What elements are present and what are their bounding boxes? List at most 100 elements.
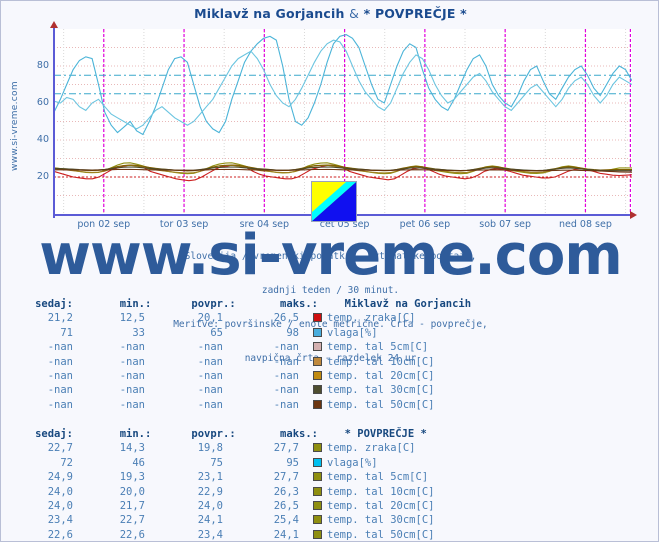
legend-label: temp. zraka[C] [327, 312, 416, 325]
cell-min: 33 [132, 326, 145, 339]
header-min: min.: [119, 298, 152, 310]
cell-sedaj: 71 [60, 326, 73, 339]
legend-color-swatch [313, 529, 322, 539]
si-vreme-logo [311, 181, 357, 222]
cell-min: -nan [119, 384, 145, 397]
cell-sedaj: 21,2 [47, 312, 73, 325]
table-header-row: sedaj: min.: povpr.: maks.: * POVPREČJE … [1, 427, 659, 441]
cell-maks: -nan [273, 355, 299, 368]
y-tick-20: 20 [36, 171, 49, 182]
cell-min: -nan [119, 369, 145, 382]
average-rows: 22,7 14,3 19,8 27,7 temp. zraka[C] 72 46 75 95 vl… [1, 441, 659, 542]
table-row: -nan -nan -nan -nan temp. tal 20cm[C] [1, 369, 659, 383]
legend-color-swatch [313, 313, 322, 323]
legend-label: temp. tal 10cm[C] [327, 485, 435, 498]
table-row: -nan -nan -nan -nan temp. tal 30cm[C] [1, 383, 659, 397]
legend-color-swatch [313, 457, 322, 467]
logo-graphic [312, 182, 356, 221]
legend-color-swatch [313, 486, 322, 496]
cell-maks: 27,7 [273, 471, 299, 484]
cell-maks: 27,7 [273, 442, 299, 455]
cell-maks: -nan [273, 398, 299, 411]
legend-label: temp. tal 50cm[C] [327, 528, 435, 541]
cell-sedaj: 24,0 [47, 485, 73, 498]
cell-min: 22,7 [119, 514, 145, 527]
cell-min: 22,6 [119, 528, 145, 541]
table-row: 24,0 20,0 22,9 26,3 temp. tal 10cm[C] [1, 485, 659, 499]
cell-sedaj: -nan [47, 341, 73, 354]
cell-povpr: 22,9 [197, 485, 223, 498]
cell-maks: -nan [273, 369, 299, 382]
legend-color-swatch [313, 443, 322, 453]
legend-label: temp. tal 5cm[C] [327, 341, 429, 354]
cell-maks: 98 [286, 326, 299, 339]
legend-label: temp. zraka[C] [327, 442, 416, 455]
legend-label: temp. tal 30cm[C] [327, 384, 435, 397]
table-row: -nan -nan -nan -nan temp. tal 10cm[C] [1, 355, 659, 369]
header-sedaj: sedaj: [35, 298, 73, 310]
y-axis-arrow-icon [50, 21, 58, 28]
caption-line-2: zadnji teden / 30 minut. [261, 285, 400, 297]
legend-label: temp. tal 10cm[C] [327, 355, 435, 368]
cell-sedaj: -nan [47, 384, 73, 397]
table-row: 21,2 12,5 20,1 26,5 temp. zraka[C] [1, 311, 659, 325]
average-data-table: sedaj: min.: povpr.: maks.: * POVPREČJE … [1, 427, 659, 542]
legend-label: temp. tal 50cm[C] [327, 398, 435, 411]
header-maks: maks.: [280, 298, 318, 310]
legend-color-swatch [313, 515, 322, 525]
page-title: Miklavž na Gorjancih & * POVPREČJE * [1, 6, 659, 21]
cell-povpr: 24,0 [197, 499, 223, 512]
cell-maks: 24,1 [273, 528, 299, 541]
title-station: Miklavž na Gorjancih [194, 6, 345, 21]
average-name: * POVPREČJE * [344, 428, 427, 440]
cell-sedaj: 24,0 [47, 499, 73, 512]
cell-povpr: -nan [197, 384, 223, 397]
cell-sedaj: 24,9 [47, 471, 73, 484]
y-tick-40: 40 [36, 134, 49, 145]
table-row: -nan -nan -nan -nan temp. tal 5cm[C] [1, 340, 659, 354]
cell-sedaj: -nan [47, 398, 73, 411]
cell-sedaj: -nan [47, 369, 73, 382]
cell-min: 14,3 [119, 442, 145, 455]
y-axis [53, 26, 55, 218]
cell-maks: -nan [273, 384, 299, 397]
y-tick-60: 60 [36, 97, 49, 108]
cell-min: 21,7 [119, 499, 145, 512]
legend-label: vlaga[%] [327, 326, 378, 339]
cell-min: 46 [132, 456, 145, 469]
legend-color-swatch [313, 399, 322, 409]
cell-povpr: -nan [197, 341, 223, 354]
cell-maks: 25,4 [273, 514, 299, 527]
legend-label: temp. tal 30cm[C] [327, 514, 435, 527]
cell-povpr: 75 [210, 456, 223, 469]
legend-label: temp. tal 20cm[C] [327, 369, 435, 382]
station-name: Miklavž na Gorjancih [344, 298, 472, 310]
cell-sedaj: 22,7 [47, 442, 73, 455]
legend-color-swatch [313, 385, 322, 395]
cell-sedaj: 22,6 [47, 528, 73, 541]
legend-color-swatch [313, 342, 322, 352]
cell-povpr: 23,4 [197, 528, 223, 541]
table-row: 72 46 75 95 vlaga[%] [1, 456, 659, 470]
cell-maks: 95 [286, 456, 299, 469]
cell-min: -nan [119, 341, 145, 354]
legend-label: vlaga[%] [327, 456, 378, 469]
cell-povpr: -nan [197, 398, 223, 411]
vertical-site-url: www.si-vreme.com [10, 81, 20, 171]
cell-maks: -nan [273, 341, 299, 354]
legend-color-swatch [313, 370, 322, 380]
x-axis-arrow-icon [630, 211, 637, 219]
cell-sedaj: -nan [47, 355, 73, 368]
header-sedaj: sedaj: [35, 428, 73, 440]
cell-min: 19,3 [119, 471, 145, 484]
table-row: 71 33 65 98 vlaga[%] [1, 326, 659, 340]
legend-label: temp. tal 5cm[C] [327, 471, 429, 484]
cell-povpr: 23,1 [197, 471, 223, 484]
legend-color-swatch [313, 327, 322, 337]
cell-sedaj: 72 [60, 456, 73, 469]
cell-min: -nan [119, 398, 145, 411]
header-povpr: povpr.: [191, 428, 236, 440]
cell-povpr: 19,8 [197, 442, 223, 455]
table-row: 22,6 22,6 23,4 24,1 temp. tal 50cm[C] [1, 528, 659, 542]
header-min: min.: [119, 428, 152, 440]
